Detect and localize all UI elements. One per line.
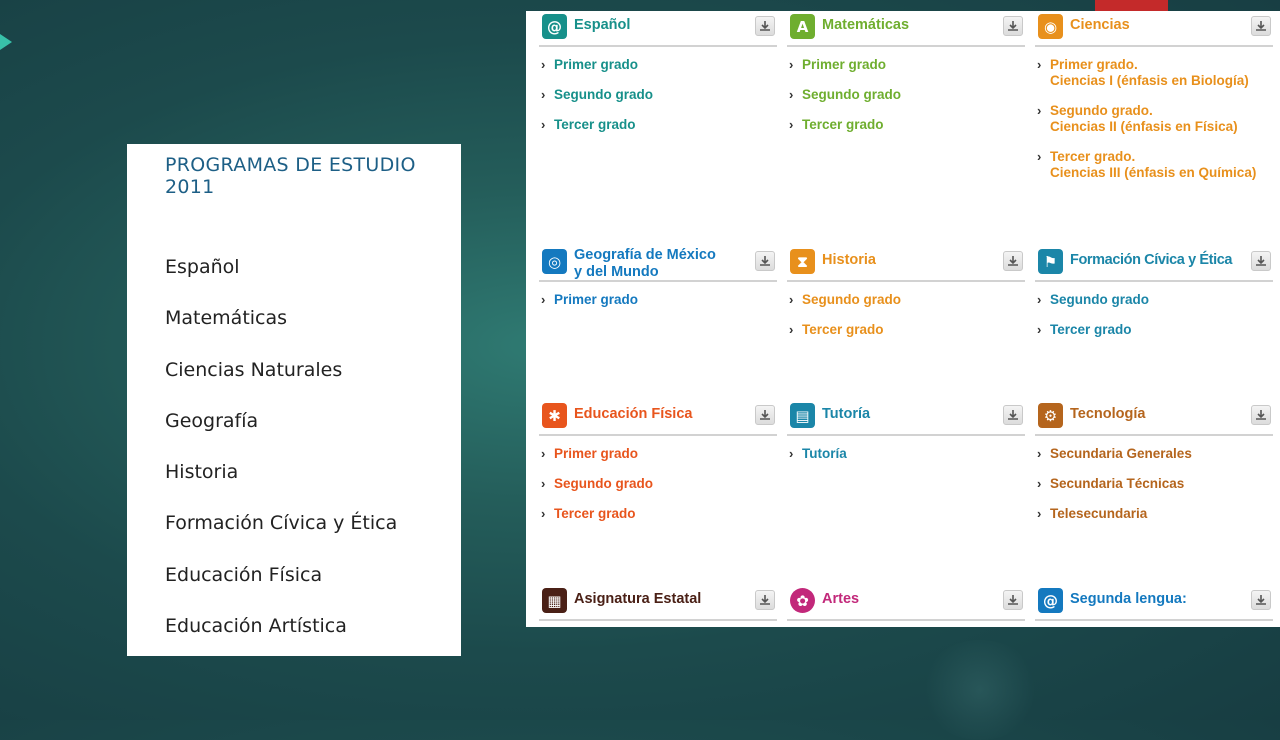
download-icon[interactable]: [1003, 251, 1023, 271]
menu-item-educacion-fisica[interactable]: Educación Física: [165, 564, 322, 586]
download-icon[interactable]: [755, 251, 775, 271]
download-icon[interactable]: [1003, 405, 1023, 425]
subject-title[interactable]: Tutoría: [822, 406, 870, 423]
subject-title[interactable]: Ciencias: [1070, 17, 1130, 34]
globe-icon: ◎: [542, 249, 567, 274]
palette-icon: ✿: [790, 588, 815, 613]
background-glow: [920, 640, 1040, 740]
link-segundo-grado[interactable]: › Segundo grado: [539, 476, 777, 492]
clipboard-icon: ▦: [542, 588, 567, 613]
link-tercer-grado[interactable]: › Tercer grado: [539, 117, 777, 133]
spiral-icon: @: [542, 14, 567, 39]
link-segundo-grado[interactable]: › Segundo grado: [1035, 292, 1273, 308]
subject-title[interactable]: Asignatura Estatal: [574, 591, 701, 608]
subject-espanol: @ Español › Primer grado › Segundo grado ›…: [539, 11, 777, 133]
gear-icon: ⚙: [1038, 403, 1063, 428]
download-icon[interactable]: [1251, 251, 1271, 271]
download-icon[interactable]: [1251, 16, 1271, 36]
link-tercer-grado[interactable]: › Tercer grado. Ciencias III (énfasis en Q…: [1035, 149, 1273, 181]
subject-educacion-fisica: ✱ Educación Física › Primer grado › Segund…: [539, 400, 777, 522]
link-primer-grado[interactable]: › Primer grado: [787, 57, 1025, 73]
hourglass-icon: ⧗: [790, 249, 815, 274]
link-tutoria[interactable]: › Tutoría: [787, 446, 1025, 462]
link-segundo-grado[interactable]: › Segundo grado: [787, 292, 1025, 308]
download-icon[interactable]: [755, 405, 775, 425]
download-icon[interactable]: [1251, 590, 1271, 610]
link-primer-grado[interactable]: › Primer grado: [539, 446, 777, 462]
link-tercer-grado[interactable]: › Tercer grado: [539, 506, 777, 522]
subject-title[interactable]: Tecnología: [1070, 406, 1145, 423]
menu-item-civica[interactable]: Formación Cívica y Ética: [165, 512, 397, 534]
subject-title[interactable]: Geografía de México y del Mundo: [574, 247, 716, 281]
link-segundo-grado[interactable]: › Segundo grado: [787, 87, 1025, 103]
subject-historia: ⧗ Historia › Segundo grado › Tercer grado: [787, 246, 1025, 338]
subject-matematicas: A Matemáticas › Primer grado › Segundo gra…: [787, 11, 1025, 133]
runner-icon: ✱: [542, 403, 567, 428]
subject-title[interactable]: Historia: [822, 252, 876, 269]
subject-title[interactable]: Segunda lengua:: [1070, 591, 1187, 608]
link-segundo-grado[interactable]: › Segundo grado: [539, 87, 777, 103]
link-primer-grado[interactable]: › Primer grado: [539, 292, 777, 308]
subject-tecnologia: ⚙ Tecnología › Secundaria Generales › Secu…: [1035, 400, 1273, 522]
menu-item-espanol[interactable]: Español: [165, 256, 240, 278]
link-tercer-grado[interactable]: › Tercer grado: [787, 117, 1025, 133]
link-primer-grado[interactable]: › Primer grado: [539, 57, 777, 73]
download-icon[interactable]: [755, 16, 775, 36]
red-tab: [1095, 0, 1168, 11]
spiral-icon: @: [1038, 588, 1063, 613]
lightbulb-icon: ◉: [1038, 14, 1063, 39]
subject-title[interactable]: Formación Cívica y Ética: [1070, 252, 1232, 269]
subject-segunda-lengua: @ Segunda lengua:: [1035, 585, 1273, 621]
menu-item-geografia[interactable]: Geografía: [165, 410, 258, 432]
link-tercer-grado[interactable]: › Tercer grado: [1035, 322, 1273, 338]
download-icon[interactable]: [755, 590, 775, 610]
subject-geografia: ◎ Geografía de México y del Mundo › Primer…: [539, 246, 777, 308]
menu-item-educacion-artistica[interactable]: Educación Artística: [165, 615, 347, 637]
menu-title: PROGRAMAS DE ESTUDIO 2011: [165, 154, 416, 198]
subject-civica: ⚑ Formación Cívica y Ética › Segundo grad…: [1035, 246, 1273, 338]
menu-item-matematicas[interactable]: Matemáticas: [165, 307, 287, 329]
subject-tutoria: ▤ Tutoría › Tutoría: [787, 400, 1025, 462]
subject-title[interactable]: Español: [574, 17, 630, 34]
download-icon[interactable]: [1251, 405, 1271, 425]
menu-item-ciencias[interactable]: Ciencias Naturales: [165, 359, 342, 381]
download-icon[interactable]: [1003, 16, 1023, 36]
link-primer-grado[interactable]: › Primer grado. Ciencias I (énfasis en Bio…: [1035, 57, 1273, 89]
flag-icon: ⚑: [1038, 249, 1063, 274]
link-segundo-grado[interactable]: › Segundo grado. Ciencias II (énfasis en F…: [1035, 103, 1273, 135]
subject-title[interactable]: Educación Física: [574, 406, 692, 423]
subject-asignatura-estatal: ▦ Asignatura Estatal: [539, 585, 777, 621]
compass-icon: A: [790, 14, 815, 39]
link-secundaria-generales[interactable]: › Secundaria Generales: [1035, 446, 1273, 462]
subject-artes: ✿ Artes: [787, 585, 1025, 621]
subject-title[interactable]: Matemáticas: [822, 17, 909, 34]
link-telesecundaria[interactable]: › Telesecundaria: [1035, 506, 1273, 522]
menu-item-historia[interactable]: Historia: [165, 461, 238, 483]
slide-arrow-icon: [0, 34, 12, 50]
download-icon[interactable]: [1003, 590, 1023, 610]
subject-title[interactable]: Artes: [822, 591, 859, 608]
link-tercer-grado[interactable]: › Tercer grado: [787, 322, 1025, 338]
link-secundaria-tecnicas[interactable]: › Secundaria Técnicas: [1035, 476, 1273, 492]
book-icon: ▤: [790, 403, 815, 428]
program-menu-card: PROGRAMAS DE ESTUDIO 2011 Español Matemá…: [127, 144, 461, 656]
subject-ciencias: ◉ Ciencias › Primer grado. Ciencias I (énf…: [1035, 11, 1273, 181]
